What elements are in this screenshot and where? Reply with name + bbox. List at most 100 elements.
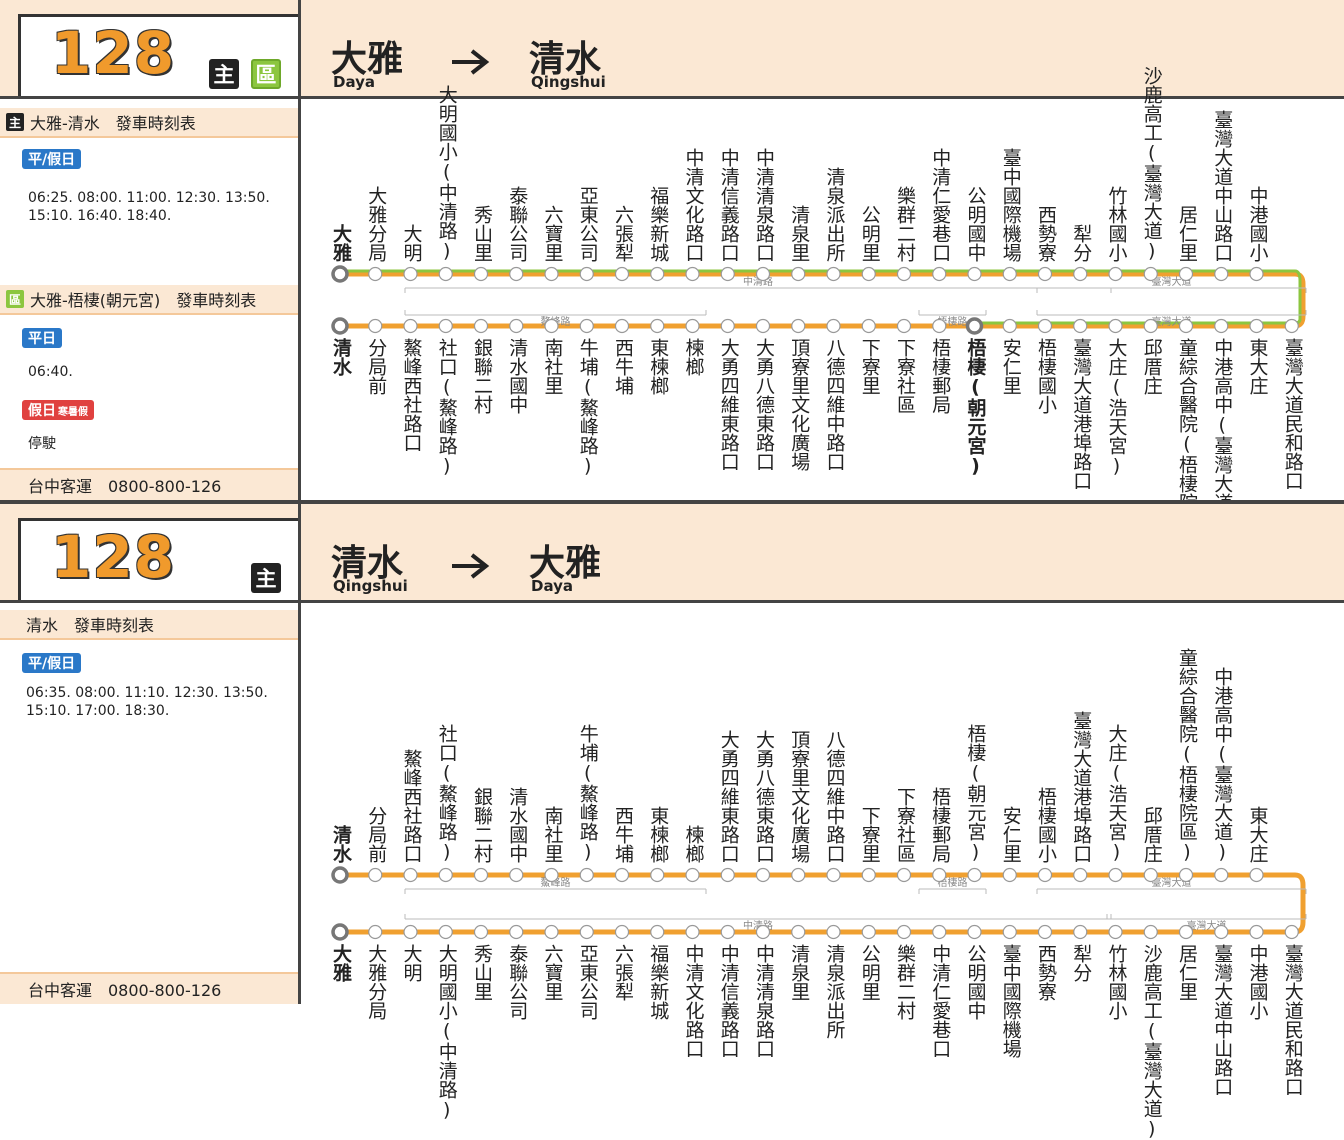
stop-name: 童綜合醫院(梧棲院區) [1176,648,1198,863]
stop-marker [1178,266,1194,282]
stop-marker [1284,924,1299,940]
company-contact: 台中客運 0800-800-126 [0,972,298,1004]
stop-name: 清泉里 [788,205,811,262]
stop-marker [685,924,700,940]
from-stop-en: Daya [333,73,376,91]
timetable-title-text: 大雅-梧棲(朝元宮) 發車時刻表 [30,291,257,310]
stop-name: 西牛埔 [612,806,634,863]
company-contact-text: 台中客運 0800-800-126 [28,981,222,1000]
stop-name: 清水國中 [506,787,529,863]
stop-marker [1002,924,1017,940]
stop-marker [1178,318,1194,334]
stop-name: 中清文化路口 [682,944,705,1058]
stop-name: 臺灣大道民和路口 [1281,338,1304,490]
stop-name: 楝榔 [682,825,705,863]
stop-marker [896,924,912,940]
holiday-tag: 假日 寒暑假 [22,400,94,420]
stop-marker [1249,867,1264,883]
stop-name: 中港國小 [1246,186,1269,262]
stop-name: 六寶里 [541,944,564,1001]
stop-marker [967,924,982,940]
weekday-holiday-tag: 平/假日 [22,653,82,673]
stop-marker [967,867,982,883]
timetable-sidebar: 清水 發車時刻表 平/假日 06:35. 08:00. 11:10. 12:30… [0,603,298,1004]
stop-name: 清水 [330,825,352,863]
stop-marker [544,318,559,334]
timetable-title-area: 區 大雅-梧棲(朝元宮) 發車時刻表 [0,285,298,315]
stop-name: 清泉派出所 [823,167,846,262]
stop-name: 邱厝庄 [1140,806,1163,863]
stop-name: 六寶里 [541,205,564,262]
stop-marker [1249,924,1264,940]
stop-name: 安仁里 [999,338,1022,395]
stop-marker [473,318,489,334]
stop-marker [932,266,947,282]
stop-marker [896,867,912,883]
company-contact: 台中客運 0800-800-126 [0,468,298,500]
stop-marker [1108,318,1123,334]
stop-name: 東大庄 [1246,338,1269,395]
stop-marker [932,924,947,940]
stop-name: 居仁里 [1176,205,1198,262]
stop-marker [473,867,489,883]
stop-marker [509,266,524,282]
stop-marker [438,266,453,282]
stop-name: 大雅 [330,224,352,262]
departure-times: 06:25. 08:00. 11:00. 12:30. 13:50. 15:10… [28,190,270,224]
stop-name: 銀聯二村 [471,338,493,414]
holiday-tag-text: 假日 [28,403,56,419]
holiday-times: 停駛 [28,436,56,452]
stop-name: 大庄(浩天宮) [1105,724,1128,863]
stop-marker [1143,318,1158,334]
stop-marker [614,867,630,883]
area-mini-badge: 區 [6,290,24,308]
stop-marker [861,924,876,940]
stop-marker [1143,867,1158,883]
stop-name: 臺灣大道中山路口 [1211,110,1234,262]
stop-name: 六張犁 [612,205,634,262]
stop-marker [791,867,806,883]
holiday-tag-sub: 寒暑假 [58,406,88,418]
stop-name: 中清清泉路口 [753,148,775,262]
stop-marker [579,318,594,334]
stop-name: 泰聯公司 [506,186,529,262]
stop-name: 大明 [400,224,423,262]
stop-marker [368,318,383,334]
stop-name: 臺中國際機場 [999,944,1022,1058]
stop-marker [403,266,418,282]
stop-marker [932,318,947,334]
stop-name: 大明國小(中清路) [435,944,458,1121]
stop-name: 臺灣大道港埠路口 [1070,711,1093,863]
stop-marker [1037,266,1053,282]
stop-name: 中清仁愛巷口 [929,944,952,1058]
stop-marker [650,318,665,334]
departure-times: 06:35. 08:00. 11:10. 12:30. 13:50. 15:10… [26,685,268,719]
stop-marker [1214,924,1229,940]
stop-name: 臺灣大道中山路口 [1211,944,1234,1096]
stop-name: 西勢寮 [1035,944,1057,1001]
stop-marker [1249,266,1264,282]
stop-name: 頂寮里文化廣場 [788,730,811,863]
timetable-sidebar: 主 大雅-清水 發車時刻表 平/假日 06:25. 08:00. 11:00. … [0,99,298,500]
route-number: 128 [51,19,176,87]
stop-marker [331,317,349,335]
stop-marker [1073,924,1088,940]
route-number-box: 128 主 [18,518,298,600]
stop-marker [720,924,735,940]
main-mini-badge: 主 [6,113,24,131]
stop-name: 東楝榔 [647,806,670,863]
stop-name: 大勇四維東路口 [717,730,740,863]
timetable-title-text: 大雅-清水 發車時刻表 [30,114,196,133]
stop-marker [1108,266,1123,282]
stop-name: 臺灣大道民和路口 [1281,944,1304,1096]
stop-name: 大勇八德東路口 [753,338,775,471]
stop-name: 牛埔(鰲峰路) [576,724,599,863]
stop-name: 西牛埔 [612,338,634,395]
stop-marker [368,924,383,940]
stop-name: 東楝榔 [647,338,670,395]
stop-marker [579,867,594,883]
stop-name: 鰲峰西社路口 [400,749,423,863]
stop-name: 清泉派出所 [823,944,846,1039]
stop-marker [967,266,982,282]
stop-marker [1037,924,1053,940]
